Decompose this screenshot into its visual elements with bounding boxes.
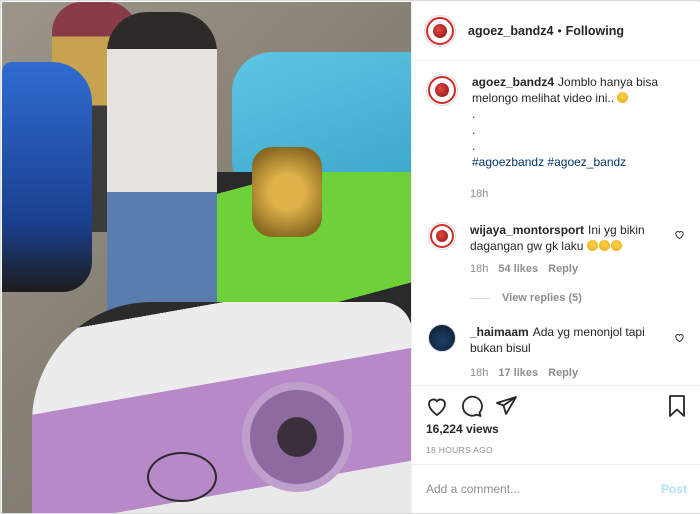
- comment-time: 18h: [470, 263, 489, 275]
- header-username[interactable]: agoez_bandz4: [468, 24, 553, 38]
- comment-composer: Post: [412, 464, 700, 513]
- comment-likes[interactable]: 54 likes: [498, 263, 538, 275]
- comment-item: wijaya_montorsport Ini yg bikin dagangan …: [426, 222, 696, 254]
- caption-dot-2: .: [472, 123, 476, 137]
- video-white-motorbike: [32, 302, 411, 513]
- video-fuel-cap: [242, 382, 352, 492]
- post-header: agoez_bandz4 • Following: [412, 2, 700, 61]
- caption-time: 18h: [470, 188, 489, 200]
- avatar[interactable]: [424, 15, 456, 47]
- post-side-panel: agoez_bandz4 • Following agoez_bandz4 Jom…: [411, 2, 700, 513]
- caption-avatar[interactable]: [426, 74, 458, 106]
- view-replies-button[interactable]: View replies (5): [470, 292, 582, 304]
- laughing-emoji-icon: [598, 240, 610, 251]
- views-count[interactable]: 16,224 views: [426, 422, 499, 436]
- hashtag-link[interactable]: #agoezbandz: [472, 155, 544, 169]
- comment-bubble-icon[interactable]: [459, 394, 483, 418]
- grinning-squint-emoji-icon: [617, 92, 629, 103]
- comment-time: 18h: [470, 367, 489, 379]
- post-timestamp[interactable]: 18 HOURS AGO: [426, 445, 493, 455]
- view-replies-line: [470, 297, 490, 299]
- caption-dot-1: .: [472, 107, 476, 121]
- paper-plane-icon[interactable]: [494, 394, 518, 418]
- laughing-emoji-icon: [586, 240, 598, 251]
- comment-meta: 18h 54 likes Reply: [470, 263, 578, 275]
- following-button[interactable]: Following: [566, 24, 624, 38]
- heart-icon[interactable]: [425, 394, 449, 418]
- video-boy: [107, 12, 217, 322]
- caption-username[interactable]: agoez_bandz4: [472, 75, 554, 89]
- comment-username[interactable]: _haimaam: [470, 325, 529, 339]
- comment-input[interactable]: [426, 482, 661, 496]
- comment-like-heart-icon[interactable]: [674, 332, 685, 343]
- reply-button[interactable]: Reply: [548, 367, 578, 379]
- view-replies-label: View replies (5): [502, 292, 582, 304]
- reply-button[interactable]: Reply: [548, 263, 578, 275]
- video-blue-motorbike: [2, 62, 92, 292]
- video-tank-logo: [147, 452, 217, 502]
- post-frame: agoez_bandz4 • Following agoez_bandz4 Jom…: [0, 0, 700, 514]
- laughing-emoji-icon: [610, 240, 622, 251]
- caption: agoez_bandz4 Jomblo hanya bisa melongo me…: [426, 74, 696, 170]
- bookmark-icon[interactable]: [665, 394, 689, 418]
- hashtag-link[interactable]: #agoez_bandz: [547, 155, 626, 169]
- comment-likes[interactable]: 17 likes: [498, 367, 538, 379]
- comment-like-heart-icon[interactable]: [674, 229, 685, 240]
- post-video[interactable]: [2, 2, 411, 513]
- comment-avatar[interactable]: [428, 222, 456, 250]
- caption-meta: 18h: [470, 188, 488, 200]
- action-bar: [412, 385, 700, 425]
- comments-list: agoez_bandz4 Jomblo hanya bisa melongo me…: [412, 62, 700, 392]
- comment-item: _haimaam Ada yg menonjol tapi bukan bisul: [426, 324, 696, 356]
- comment-meta: 18h 17 likes Reply: [470, 367, 578, 379]
- comment-avatar[interactable]: [428, 324, 456, 352]
- header-separator: •: [557, 24, 562, 38]
- post-comment-button[interactable]: Post: [661, 482, 687, 496]
- video-gold-fork: [252, 147, 322, 237]
- caption-dot-3: .: [472, 139, 476, 153]
- comment-username[interactable]: wijaya_montorsport: [470, 223, 584, 237]
